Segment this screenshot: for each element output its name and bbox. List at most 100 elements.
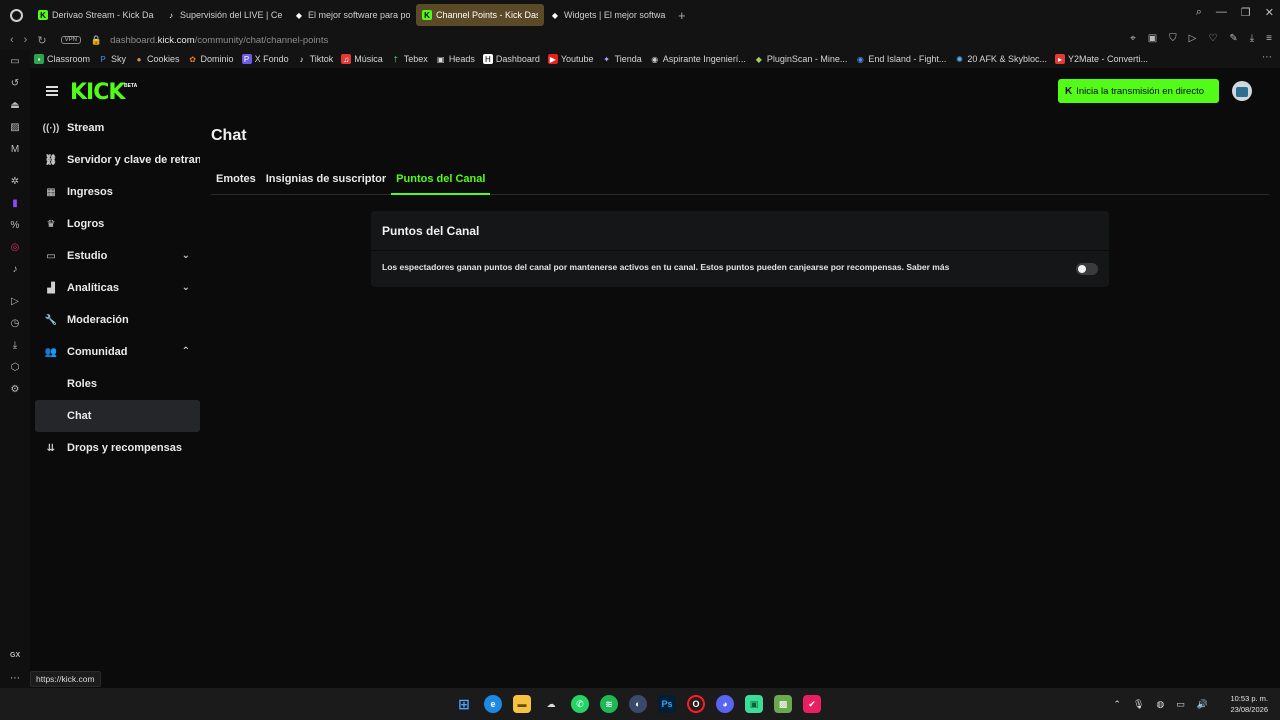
gx-label[interactable]: GX xyxy=(10,652,20,659)
twitch-icon[interactable]: ▮ xyxy=(9,197,21,209)
tab-emotes[interactable]: Emotes xyxy=(211,164,261,195)
app-store-icon[interactable]: ✔ xyxy=(803,695,821,713)
browser-tab[interactable]: ◆ El mejor software para pot xyxy=(288,4,416,26)
go-live-button[interactable]: K Inicia la transmisión en directo xyxy=(1058,79,1219,103)
restore-icon[interactable]: ❐ xyxy=(1241,6,1251,19)
url-field[interactable]: dashboard.kick.com/community/chat/channe… xyxy=(110,35,328,46)
m-icon[interactable]: M xyxy=(9,143,21,155)
pin-icon[interactable]: ⌖ xyxy=(1130,33,1136,44)
lock-icon[interactable]: 🔒 xyxy=(91,35,102,46)
bookmark[interactable]: P Sky xyxy=(98,54,126,64)
bookmark[interactable]: ▸ Y2Mate - Converti... xyxy=(1054,54,1148,64)
aria-icon[interactable]: ↺ xyxy=(9,77,21,89)
obs-icon[interactable]: ◐ xyxy=(629,695,647,713)
bookmark[interactable]: ♫ Música xyxy=(341,54,383,64)
menu-icon[interactable]: ≡ xyxy=(1266,33,1272,44)
volume-icon[interactable]: 🔊 xyxy=(1197,699,1208,710)
windows-start-icon[interactable]: ⊞ xyxy=(455,695,473,713)
browser-tab-active[interactable]: K Channel Points - Kick Das xyxy=(416,4,544,26)
sidebar-item-community[interactable]: 👥 Comunidad ⌃ xyxy=(35,336,200,368)
tab-subscriber-badges[interactable]: Insignias de suscriptor xyxy=(261,164,391,195)
app-icon[interactable]: ▣ xyxy=(745,695,763,713)
microphone-icon[interactable]: 🎙 xyxy=(1133,699,1144,710)
new-tab-button[interactable]: + xyxy=(678,8,686,23)
sidebar-item-stream[interactable]: ((·)) Stream xyxy=(35,112,200,144)
history-icon[interactable]: ◷ xyxy=(9,317,21,329)
steam-icon[interactable]: ☁ xyxy=(542,695,560,713)
minecraft-icon[interactable]: ▩ xyxy=(774,695,792,713)
file-explorer-icon[interactable]: ▬ xyxy=(513,695,531,713)
bookmark[interactable]: H Dashboard xyxy=(482,54,540,64)
whatsapp-icon[interactable]: ✆ xyxy=(571,695,589,713)
snapshot-icon[interactable]: ▣ xyxy=(1148,33,1157,44)
vpn-badge[interactable]: VPN xyxy=(60,36,81,44)
bookmark[interactable]: ✿ Dominio xyxy=(188,54,233,64)
chevron-up-icon[interactable]: ⌃ xyxy=(1113,699,1121,710)
browser-tab[interactable]: K Derivao Stream - Kick Dash xyxy=(32,4,160,26)
sidebar-item-analytics[interactable]: ▟ Analíticas ⌄ xyxy=(35,272,200,304)
network-icon[interactable]: ◍ xyxy=(1156,699,1164,710)
photoshop-icon[interactable]: Ps xyxy=(658,695,676,713)
hamburger-menu-icon[interactable] xyxy=(46,86,58,96)
avatar[interactable] xyxy=(1232,81,1252,101)
more-icon[interactable]: ⋯ xyxy=(10,673,20,684)
bookmark[interactable]: ◉ End Island - Fight... xyxy=(855,54,947,64)
chevron-up-icon[interactable]: ⌃ xyxy=(182,346,190,357)
kick-logo[interactable]: KICK xyxy=(70,80,125,105)
player-icon[interactable]: ⏏ xyxy=(9,99,21,111)
sidebar-item-income[interactable]: ▦ Ingresos xyxy=(35,176,200,208)
bookmark[interactable]: ▪ Classroom xyxy=(34,54,90,64)
play-icon[interactable]: ▷ xyxy=(1189,33,1197,44)
reload-icon[interactable]: ↻ xyxy=(37,34,46,47)
edge-icon[interactable]: e xyxy=(484,695,502,713)
browser-tab[interactable]: ♪ Supervisión del LIVE | Cen xyxy=(160,4,288,26)
bookmark[interactable]: ● Cookies xyxy=(134,54,180,64)
channel-points-toggle[interactable] xyxy=(1076,263,1098,275)
discord-icon[interactable]: ◕ xyxy=(716,695,734,713)
bookmark[interactable]: ▣ Heads xyxy=(436,54,475,64)
chevron-down-icon[interactable]: ⌄ xyxy=(182,282,190,293)
bookmark[interactable]: ✺ 20 AFK & Skybloc... xyxy=(954,54,1047,64)
bookmark[interactable]: ◉ Aspirante Ingenierí... xyxy=(650,54,746,64)
sidebar-item-drops[interactable]: ⇊ Drops y recompensas xyxy=(35,432,200,464)
forward-icon[interactable]: › xyxy=(24,34,28,46)
messenger-icon[interactable]: ▭ xyxy=(9,55,21,67)
bookmark[interactable]: ✦ Tienda xyxy=(602,54,642,64)
pinboard-icon[interactable]: ▨ xyxy=(9,121,21,133)
tiktok-icon[interactable]: ♪ xyxy=(9,263,21,275)
bookmark[interactable]: PX Fondo xyxy=(241,54,289,64)
sidebar-item-achievements[interactable]: ♛ Logros xyxy=(35,208,200,240)
minimize-icon[interactable]: — xyxy=(1216,6,1227,19)
percent-icon[interactable]: % xyxy=(9,219,21,231)
monitor-icon[interactable]: ▭ xyxy=(1176,699,1185,710)
bookmark[interactable]: ◆ PluginScan - Mine... xyxy=(754,54,848,64)
opera-menu-icon[interactable] xyxy=(0,0,32,30)
extensions-icon[interactable]: ⬡ xyxy=(9,361,21,373)
bookmark[interactable]: † Tebex xyxy=(391,54,428,64)
play-icon[interactable]: ▷ xyxy=(9,295,21,307)
bookmark[interactable]: ▶ Youtube xyxy=(547,54,594,64)
chevron-down-icon[interactable]: ⌄ xyxy=(182,250,190,261)
sidebar-item-chat[interactable]: Chat xyxy=(35,400,200,432)
sidebar-item-server-key[interactable]: ⛓Servidor y clave de retransmisión xyxy=(35,144,200,176)
heart-icon[interactable]: ♡ xyxy=(1208,33,1217,44)
sidebar-item-roles[interactable]: Roles xyxy=(35,368,200,400)
sidebar-item-studio[interactable]: ▭ Estudio ⌄ xyxy=(35,240,200,272)
sidebar-item-moderation[interactable]: 🔧 Moderación xyxy=(35,304,200,336)
more-bookmarks-icon[interactable]: ⋯ xyxy=(1262,52,1272,63)
brush-icon[interactable]: ✎ xyxy=(1229,33,1237,44)
tab-channel-points[interactable]: Puntos del Canal xyxy=(391,164,491,195)
search-icon[interactable]: ⌕ xyxy=(1196,6,1202,19)
opera-gx-icon[interactable]: O xyxy=(687,695,705,713)
back-icon[interactable]: ‹ xyxy=(10,34,14,46)
clock[interactable]: 10:53 p. m. 23/08/2026 xyxy=(1230,693,1268,715)
chatgpt-icon[interactable]: ✲ xyxy=(9,175,21,187)
download-icon[interactable]: ⤓ xyxy=(1250,33,1254,44)
close-icon[interactable]: ✕ xyxy=(1265,6,1274,19)
shield-icon[interactable]: ⛉ xyxy=(1169,33,1177,44)
spotify-icon[interactable]: ≋ xyxy=(600,695,618,713)
browser-tab[interactable]: ◆ Widgets | El mejor software xyxy=(544,4,672,26)
download-icon[interactable]: ⤓ xyxy=(9,339,21,351)
instagram-icon[interactable]: ◎ xyxy=(9,241,21,253)
settings-icon[interactable]: ⚙ xyxy=(9,383,21,395)
